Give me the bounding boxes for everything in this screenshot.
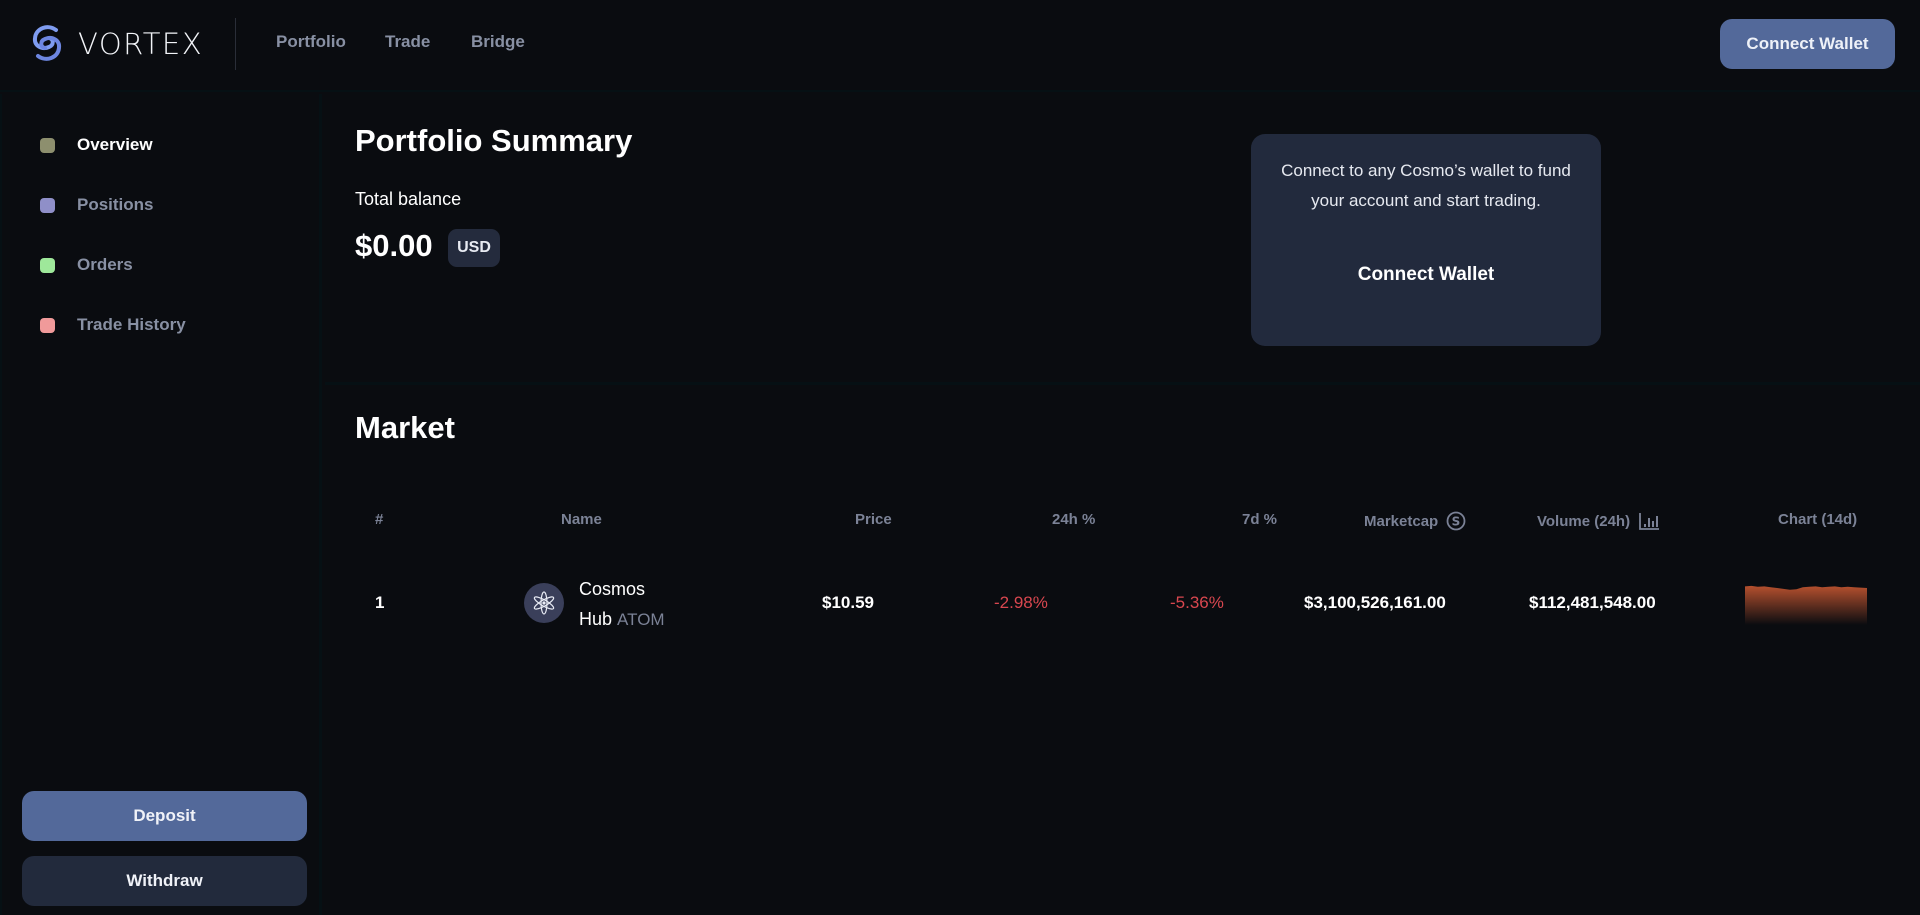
sidebar-item-label: Overview [77, 135, 153, 154]
top-header: VORTEX Portfolio Trade Bridge Connect Wa… [0, 0, 1920, 92]
portfolio-summary-panel: Portfolio Summary Total balance $0.00 US… [325, 95, 1920, 385]
column-header-7d[interactable]: 7d % [1242, 511, 1277, 528]
brand-name: VORTEX [78, 27, 204, 61]
callout-connect-wallet-button[interactable]: Connect Wallet [1251, 264, 1601, 286]
vortex-logo-icon [32, 25, 62, 61]
row-change-7d: -5.36% [1170, 593, 1224, 612]
nav-bridge[interactable]: Bridge [471, 32, 525, 52]
orders-dot-icon [40, 257, 55, 273]
callout-text: Connect to any Cosmo’s wallet to fund yo… [1281, 161, 1571, 210]
sidebar-item-label: Orders [77, 255, 133, 274]
positions-dot-icon [40, 197, 55, 213]
row-volume: $112,481,548.00 [1529, 593, 1656, 612]
bar-chart-icon [1639, 513, 1660, 530]
marketcap-label: Marketcap [1364, 512, 1439, 530]
sidebar-item-label: Positions [77, 195, 154, 214]
column-header-name[interactable]: Name [561, 511, 602, 528]
market-title: Market [355, 410, 455, 445]
connect-wallet-button[interactable]: Connect Wallet [1720, 19, 1895, 69]
dollar-coin-icon: S [1446, 511, 1466, 531]
column-header-chart: Chart (14d) [1778, 511, 1858, 528]
coin-name: Cosmos Hub ATOM [579, 574, 665, 635]
sidebar-item-overview[interactable]: Overview [40, 135, 153, 155]
nav-trade[interactable]: Trade [385, 32, 430, 52]
sidebar-item-label: Trade History [77, 315, 186, 334]
svg-text:S: S [1452, 515, 1461, 529]
sparkline-area [1745, 585, 1867, 625]
portfolio-title: Portfolio Summary [355, 123, 633, 158]
coin-name-line1: Cosmos [579, 579, 646, 599]
row-rank: 1 [375, 593, 385, 612]
header-divider [235, 18, 236, 70]
column-header-price[interactable]: Price [855, 511, 892, 528]
withdraw-button[interactable]: Withdraw [22, 856, 307, 906]
sidebar: Overview Positions Orders Trade History … [0, 94, 322, 915]
currency-badge: USD [448, 229, 500, 267]
total-balance-value: $0.00 [355, 228, 433, 263]
row-change-24h: -2.98% [994, 593, 1048, 612]
sidebar-item-trade-history[interactable]: Trade History [40, 315, 186, 335]
coin-name-line2: Hub [579, 609, 613, 629]
column-header-24h[interactable]: 24h % [1052, 511, 1095, 528]
connect-wallet-callout: Connect to any Cosmo’s wallet to fund yo… [1251, 134, 1601, 346]
column-header-marketcap[interactable]: Marketcap S [1364, 511, 1466, 531]
overview-dot-icon [40, 137, 55, 153]
trade-history-dot-icon [40, 317, 55, 333]
column-header-volume[interactable]: Volume (24h) [1537, 511, 1660, 531]
sparkline-chart [1745, 585, 1867, 625]
market-panel: Market # Name Price 24h % 7d % Marketcap… [325, 388, 1920, 915]
total-balance-label: Total balance [355, 189, 462, 209]
sidebar-item-orders[interactable]: Orders [40, 255, 133, 275]
volume-label: Volume (24h) [1537, 512, 1631, 530]
sidebar-item-positions[interactable]: Positions [40, 195, 154, 215]
column-header-rank: # [375, 511, 384, 528]
deposit-button[interactable]: Deposit [22, 791, 307, 841]
cosmos-atom-icon [524, 583, 564, 623]
coin-ticker: ATOM [617, 610, 665, 629]
nav-portfolio[interactable]: Portfolio [276, 32, 346, 52]
row-marketcap: $3,100,526,161.00 [1304, 593, 1446, 612]
row-price: $10.59 [822, 593, 874, 612]
